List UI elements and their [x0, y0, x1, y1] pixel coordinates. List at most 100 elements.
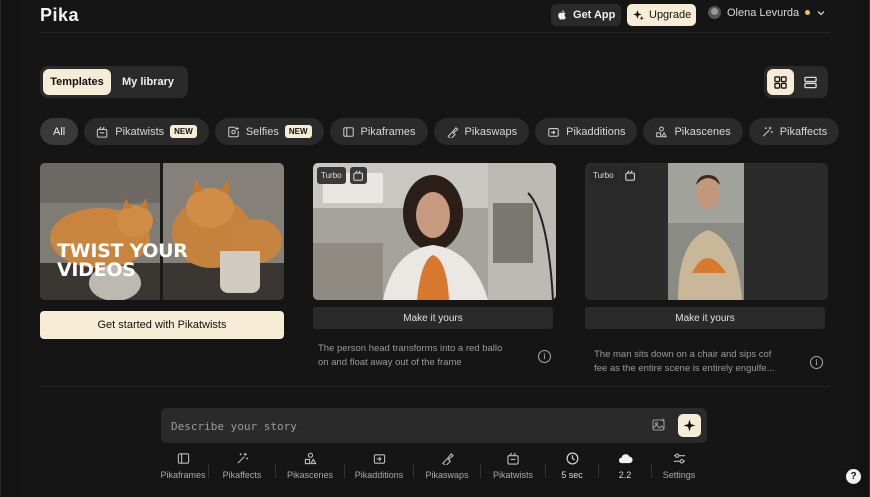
- sliders-icon: [673, 453, 685, 464]
- sparkle-icon: [683, 419, 696, 432]
- tool-pikaframes[interactable]: Pikaframes: [158, 452, 208, 486]
- chevron-down-icon: [817, 10, 825, 15]
- description-line: The man sits down on a chair and sips co…: [594, 349, 772, 360]
- clock-icon: [566, 452, 578, 465]
- info-icon[interactable]: i: [538, 350, 551, 363]
- pikatwists-icon: [97, 126, 108, 138]
- get-app-label: Get App: [573, 9, 616, 21]
- upgrade-button[interactable]: Upgrade: [627, 4, 696, 26]
- chip-label: Pikaswaps: [464, 125, 518, 138]
- tool-pikaswaps[interactable]: Pikaswaps: [414, 452, 480, 486]
- new-badge: NEW: [284, 125, 312, 138]
- list-icon: [804, 76, 817, 88]
- duration-label: 5 sec: [561, 470, 583, 480]
- magic-wand-icon: [762, 126, 773, 137]
- content-divider: [40, 386, 830, 387]
- chip-pikadditions[interactable]: Pikadditions: [535, 118, 638, 145]
- chip-pikaffects[interactable]: Pikaffects: [748, 118, 840, 145]
- frames-icon: [342, 126, 354, 137]
- man-photo: [668, 163, 744, 300]
- frames-icon: [177, 453, 189, 464]
- tool-label: Pikaswaps: [425, 470, 469, 480]
- pikatwists-icon: [506, 452, 519, 465]
- shapes-icon: [656, 126, 668, 137]
- cloud-icon: [618, 454, 633, 464]
- tool-label: Pikaframes: [160, 470, 206, 480]
- chip-label: Pikaffects: [779, 125, 828, 138]
- category-chips: All Pikatwists NEW Selfies NEW Pikaframe…: [40, 118, 840, 145]
- library-tabs: Templates My library: [40, 66, 188, 98]
- chip-pikaswaps[interactable]: Pikaswaps: [433, 118, 530, 145]
- pikatwists-icon: [353, 170, 363, 181]
- card-woman-thumbnail[interactable]: Turbo: [313, 163, 556, 300]
- chip-label: Pikaframes: [360, 125, 416, 138]
- notification-dot: [805, 10, 811, 15]
- user-name: Olena Levurda: [727, 6, 800, 19]
- swap-brush-icon: [447, 126, 458, 138]
- make-it-yours-button[interactable]: Make it yours: [585, 307, 825, 329]
- view-toggle: [764, 66, 828, 98]
- twist-tag: [622, 167, 639, 184]
- card-overlay-title: TWIST YOUR VIDEOS: [57, 242, 188, 280]
- tool-label: Pikaffects: [222, 470, 262, 480]
- selfie-icon: [228, 126, 239, 137]
- tool-label: Pikadditions: [354, 470, 404, 480]
- chip-label: Pikatwists: [115, 125, 165, 138]
- chip-pikascenes[interactable]: Pikascenes: [643, 118, 743, 145]
- grid-icon: [774, 75, 787, 89]
- get-started-pikatwists-button[interactable]: Get started with Pikatwists: [40, 311, 284, 339]
- turbo-tag: Turbo: [317, 167, 346, 184]
- pikatwists-icon: [625, 170, 635, 181]
- tool-label: Pikascenes: [286, 470, 334, 480]
- chip-label: Selfies: [245, 125, 279, 138]
- main-content: Pika Get App Upgrade Olena Levurda Templ…: [18, 0, 852, 497]
- tool-pikaffects[interactable]: Pikaffects: [209, 452, 275, 486]
- info-icon[interactable]: i: [810, 356, 823, 369]
- chip-label: Pikascenes: [674, 125, 731, 138]
- turbo-tag: Turbo: [589, 167, 618, 184]
- woman-photo: [313, 163, 556, 300]
- upgrade-label: Upgrade: [649, 9, 692, 21]
- description-line: on and float away out of the frame: [318, 357, 462, 368]
- get-app-button[interactable]: Get App: [551, 4, 621, 26]
- description-line: fee as the entire scene is entirely engu…: [594, 363, 775, 374]
- generate-button[interactable]: [678, 414, 701, 437]
- card-description: The person head transforms into a red ba…: [318, 342, 502, 370]
- chip-all[interactable]: All: [40, 118, 79, 145]
- story-prompt-input[interactable]: [171, 416, 631, 436]
- generation-toolbar: Pikaframes Pikaffects Pikascenes Pikaddi…: [158, 452, 706, 486]
- duration-selector[interactable]: 5 sec: [546, 452, 598, 486]
- help-button[interactable]: ?: [846, 469, 861, 484]
- user-menu[interactable]: Olena Levurda: [708, 6, 826, 19]
- chip-label: All: [53, 125, 66, 138]
- tool-pikadditions[interactable]: Pikadditions: [345, 452, 413, 486]
- card-pikatwists-thumbnail[interactable]: TWIST YOUR VIDEOS: [40, 163, 284, 300]
- tab-my-library[interactable]: My library: [113, 69, 183, 95]
- tool-pikatwists[interactable]: Pikatwists: [481, 452, 545, 486]
- additions-icon: [373, 454, 385, 464]
- tool-pikascenes[interactable]: Pikascenes: [276, 452, 344, 486]
- card-description: The man sits down on a chair and sips co…: [594, 348, 775, 376]
- model-label: 2.2: [618, 470, 632, 480]
- grid-view-button[interactable]: [767, 69, 794, 95]
- chip-label: Pikadditions: [566, 125, 626, 138]
- new-badge: NEW: [170, 125, 197, 138]
- image-upload-icon[interactable]: [652, 418, 666, 432]
- tool-label: Settings: [662, 470, 696, 480]
- sparkle-icon: [633, 9, 644, 20]
- list-view-button[interactable]: [797, 69, 824, 95]
- tab-templates[interactable]: Templates: [43, 69, 111, 95]
- chip-pikatwists[interactable]: Pikatwists NEW: [84, 118, 209, 145]
- overlay-line-2: VIDEOS: [57, 259, 136, 281]
- pika-logo[interactable]: Pika: [40, 5, 79, 26]
- make-it-yours-button[interactable]: Make it yours: [313, 307, 553, 329]
- additions-icon: [548, 127, 559, 137]
- model-selector[interactable]: 2.2: [599, 452, 651, 486]
- chip-pikaframes[interactable]: Pikaframes: [329, 118, 428, 145]
- chip-selfies[interactable]: Selfies NEW: [214, 118, 324, 145]
- settings-button[interactable]: Settings: [652, 452, 706, 486]
- magic-wand-icon: [236, 452, 248, 464]
- swap-brush-icon: [441, 453, 454, 465]
- card-man-thumbnail[interactable]: Turbo: [585, 163, 828, 300]
- shapes-icon: [304, 452, 317, 465]
